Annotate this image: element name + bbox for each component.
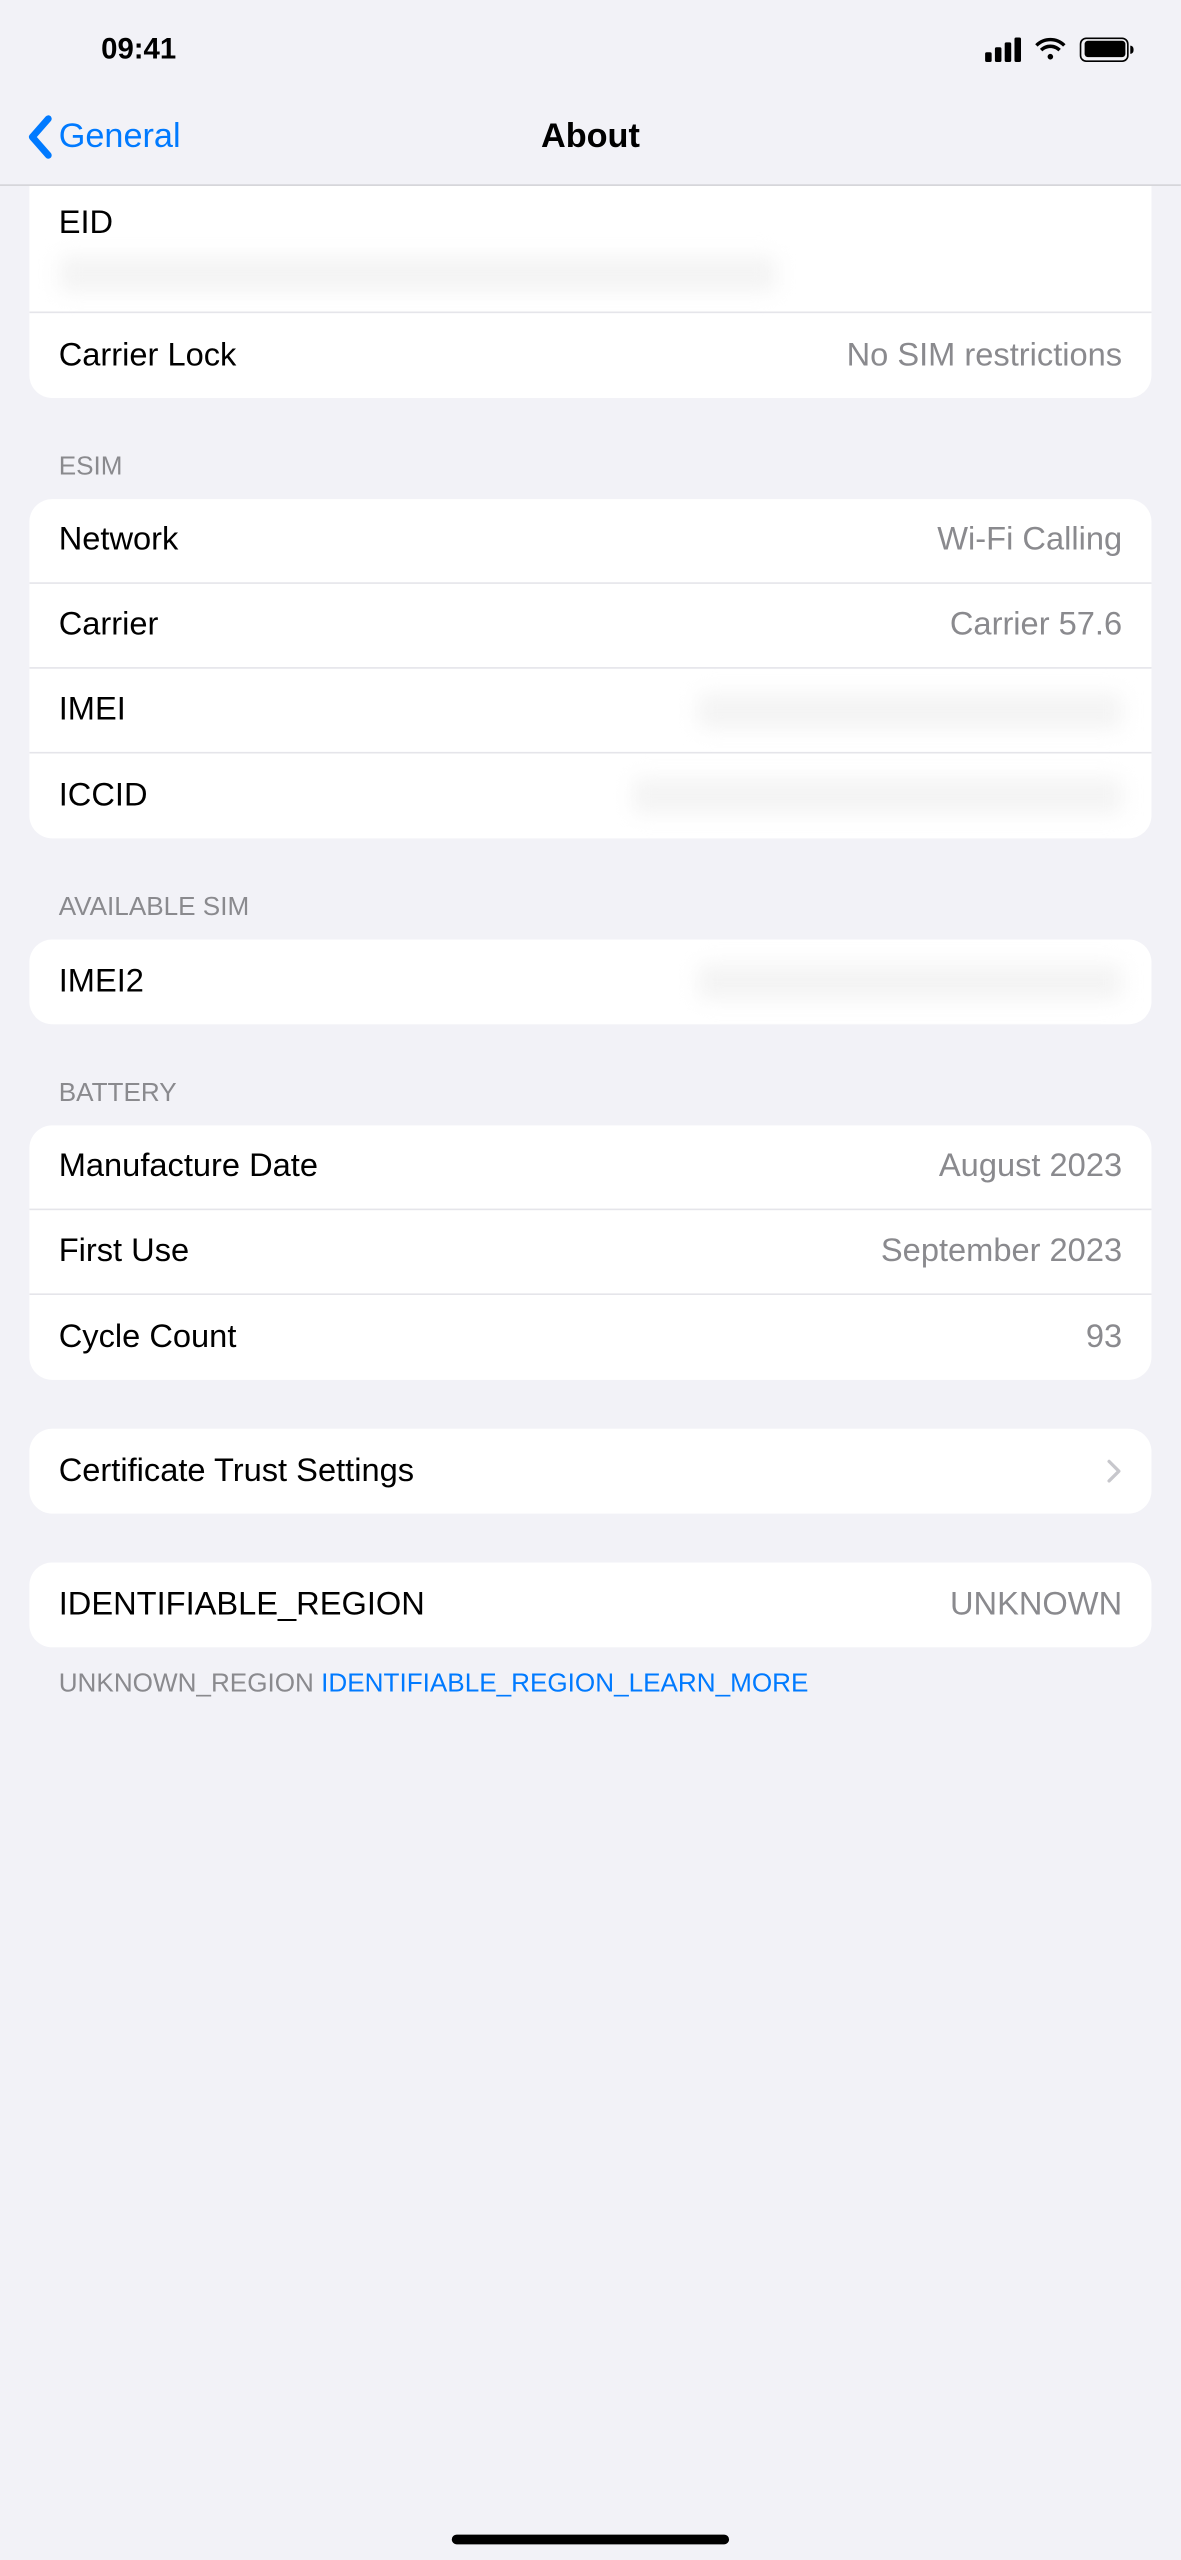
eid-label: EID (59, 206, 113, 244)
region-learn-more-link[interactable]: IDENTIFIABLE_REGION_LEARN_MORE (321, 1670, 808, 1698)
battery-header: BATTERY (59, 1080, 1122, 1109)
carrier-value: Carrier 57.6 (950, 607, 1122, 645)
iccid-value (633, 778, 1122, 814)
imei2-value (698, 964, 1122, 1000)
region-footer-prefix: UNKNOWN_REGION (59, 1670, 321, 1698)
imei-row[interactable]: IMEI (29, 669, 1151, 754)
status-icons (985, 37, 1129, 61)
first-use-value: September 2023 (881, 1233, 1122, 1271)
region-value: UNKNOWN (950, 1586, 1122, 1624)
carrier-row[interactable]: Carrier Carrier 57.6 (29, 584, 1151, 669)
imei2-label: IMEI2 (59, 963, 144, 1001)
certificate-group: Certificate Trust Settings (29, 1429, 1151, 1514)
status-time: 09:41 (101, 32, 176, 66)
imei-label: IMEI (59, 692, 126, 730)
esim-header: ESIM (59, 453, 1122, 482)
manufacture-date-value: August 2023 (939, 1148, 1122, 1186)
manufacture-date-label: Manufacture Date (59, 1148, 318, 1186)
network-label: Network (59, 522, 179, 560)
certificate-trust-label: Certificate Trust Settings (59, 1452, 414, 1490)
eid-value (59, 256, 777, 292)
available-sim-group: IMEI2 (29, 939, 1151, 1024)
cycle-count-value: 93 (1086, 1319, 1122, 1357)
certificate-trust-row[interactable]: Certificate Trust Settings (29, 1429, 1151, 1514)
page-title: About (0, 117, 1181, 156)
carrier-lock-row[interactable]: Carrier Lock No SIM restrictions (29, 313, 1151, 398)
network-row[interactable]: Network Wi-Fi Calling (29, 499, 1151, 584)
iccid-label: ICCID (59, 777, 148, 815)
manufacture-date-row[interactable]: Manufacture Date August 2023 (29, 1125, 1151, 1210)
navigation-bar: General About (0, 88, 1181, 186)
first-use-row[interactable]: First Use September 2023 (29, 1210, 1151, 1295)
wifi-icon (1034, 37, 1067, 61)
iccid-row[interactable]: ICCID (29, 754, 1151, 839)
cycle-count-label: Cycle Count (59, 1319, 237, 1357)
carrier-label: Carrier (59, 607, 159, 645)
carrier-lock-label: Carrier Lock (59, 337, 237, 375)
first-use-label: First Use (59, 1233, 189, 1271)
region-footer: UNKNOWN_REGION IDENTIFIABLE_REGION_LEARN… (59, 1667, 1122, 1704)
carrier-lock-value: No SIM restrictions (847, 337, 1123, 375)
network-value: Wi-Fi Calling (937, 522, 1122, 560)
device-info-group: EID Carrier Lock No SIM restrictions (29, 186, 1151, 398)
cellular-signal-icon (985, 37, 1021, 61)
home-indicator[interactable] (452, 2535, 729, 2545)
battery-icon (1080, 37, 1129, 61)
region-label: IDENTIFIABLE_REGION (59, 1586, 425, 1624)
cycle-count-row[interactable]: Cycle Count 93 (29, 1295, 1151, 1380)
esim-group: Network Wi-Fi Calling Carrier Carrier 57… (29, 499, 1151, 838)
battery-group: Manufacture Date August 2023 First Use S… (29, 1125, 1151, 1379)
chevron-right-icon (1106, 1458, 1122, 1484)
status-bar: 09:41 (0, 0, 1181, 88)
region-row[interactable]: IDENTIFIABLE_REGION UNKNOWN (29, 1562, 1151, 1647)
imei-value (698, 692, 1122, 728)
imei2-row[interactable]: IMEI2 (29, 939, 1151, 1024)
region-group: IDENTIFIABLE_REGION UNKNOWN (29, 1562, 1151, 1647)
eid-row[interactable]: EID (29, 186, 1151, 313)
available-sim-header: AVAILABLE SIM (59, 894, 1122, 923)
